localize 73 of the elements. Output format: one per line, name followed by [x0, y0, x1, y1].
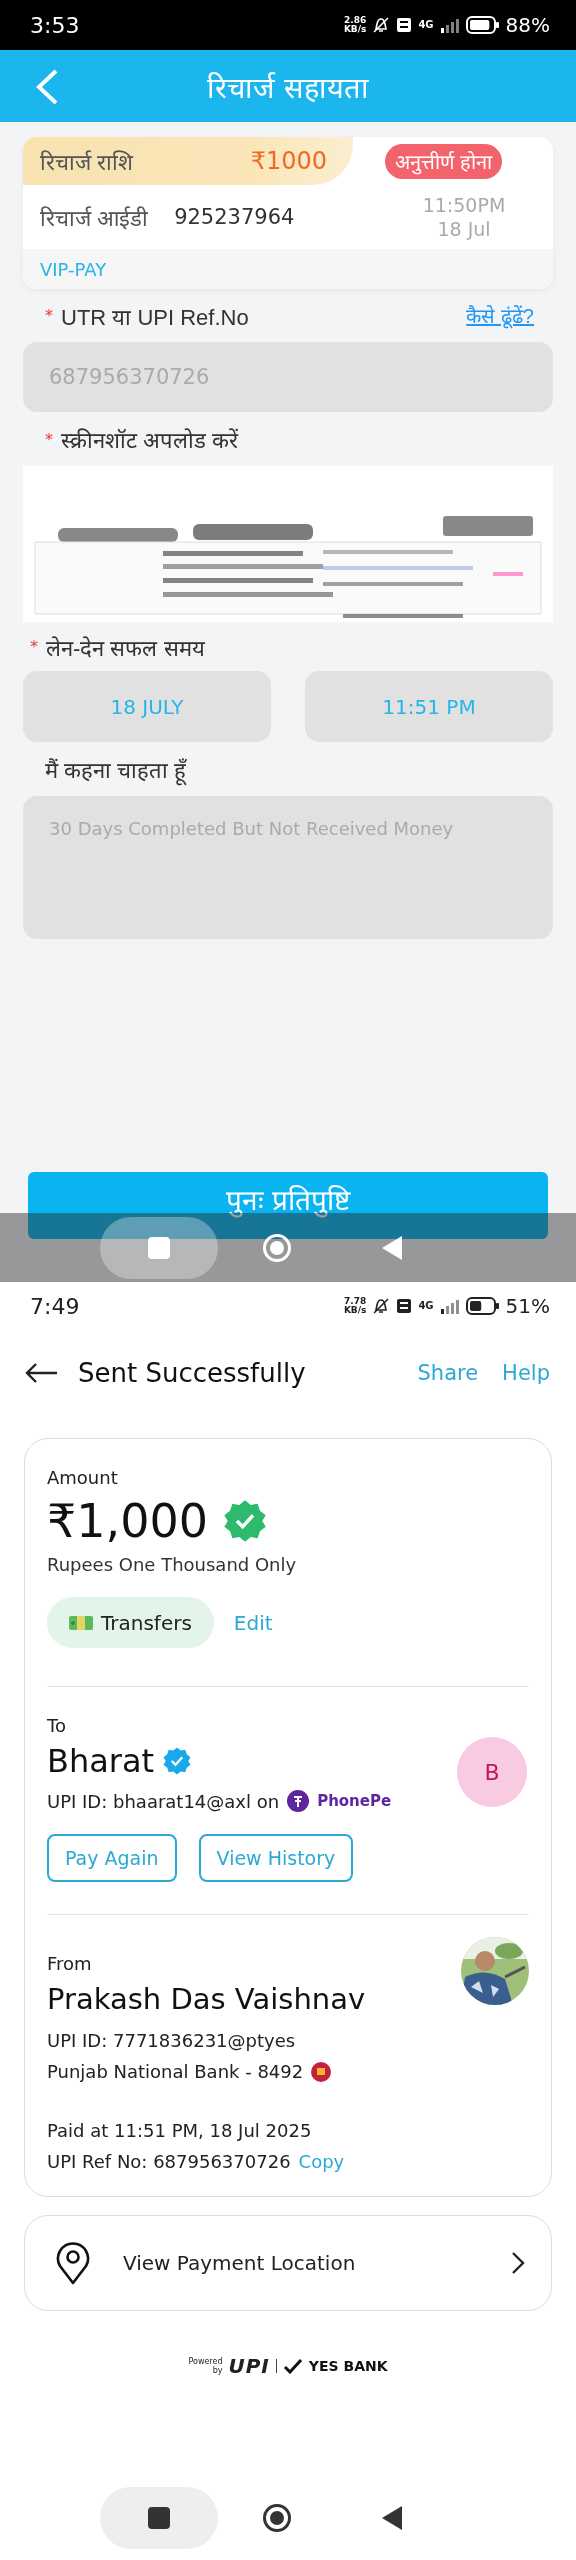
battery-percentage: 51%: [505, 1294, 550, 1318]
from-label: From: [47, 1953, 93, 1974]
app-logo-icon: [287, 1790, 310, 1812]
field-label: मैं कहना चाहता हूँ: [45, 754, 187, 784]
app-name: PhonePe: [317, 1792, 392, 1810]
recipient-upi-id: UPI ID: bhaarat14@axl on: [47, 1790, 280, 1812]
help-link[interactable]: कैसे ढूंढें?: [466, 302, 534, 329]
upi-ref-number: UPI Ref No: 687956370726: [47, 2151, 291, 2172]
payment-location-row[interactable]: View Payment Location: [24, 2215, 552, 2311]
field-label: स्क्रीनशॉट अपलोड करें: [61, 427, 239, 454]
upi-logo: UPI: [228, 2354, 270, 2378]
sender-upi-id: UPI ID: 7771836231@ptyes: [47, 2030, 296, 2051]
time-field[interactable]: 11:51 PM: [305, 671, 553, 742]
amount-label: रिचार्ज राशि: [40, 149, 134, 176]
recharge-time: 11:50PM: [422, 193, 506, 217]
powered-by-text: Powered by: [188, 2357, 223, 2375]
recipient-name: Bharat: [47, 1742, 155, 1780]
checkmark-icon: [282, 2358, 303, 2374]
amount-label: Amount: [47, 1467, 119, 1488]
location-pin-icon: [55, 2241, 91, 2285]
sender-name: Prakash Das Vaishnav: [47, 1982, 366, 2016]
bell-off-icon: [372, 1297, 391, 1315]
id-label: रिचार्ज आईडी: [40, 205, 149, 232]
action-button[interactable]: Pay Again: [47, 1834, 177, 1882]
status-badge: अनुत्तीर्ण होना: [385, 143, 502, 179]
battery-icon: [465, 1297, 500, 1315]
resubmit-button[interactable]: पुनः प्रतिपुष्टि: [28, 1172, 548, 1239]
field-label: UTR या UPI Ref.No: [61, 303, 249, 331]
edit-link[interactable]: Edit: [233, 1610, 273, 1635]
page-title: Sent Successfully: [78, 1357, 306, 1388]
bell-off-icon: [372, 16, 391, 34]
field-label: लेन-देन सफल समय: [46, 634, 205, 662]
recipient-avatar: B: [457, 1737, 527, 1807]
home-button[interactable]: [262, 2503, 292, 2533]
header-link[interactable]: Share: [417, 1360, 479, 1385]
battery-percentage: 88%: [505, 13, 550, 37]
chevron-right-icon: [511, 2251, 525, 2275]
required-mark: *: [45, 429, 53, 449]
paid-at: Paid at 11:51 PM, 18 Jul 2025: [47, 2120, 312, 2141]
network-type: 4G: [418, 1300, 434, 1311]
cash-icon: [69, 1614, 93, 1631]
amount-value: ₹1,000: [47, 1494, 208, 1548]
amount-in-words: Rupees One Thousand Only: [47, 1554, 298, 1575]
copy-link[interactable]: Copy: [298, 2151, 345, 2172]
volte-icon: [396, 1298, 413, 1314]
channel-label: VIP-PAY: [40, 258, 107, 280]
amount-value: ₹1000: [250, 147, 327, 175]
volte-icon: [396, 17, 413, 33]
category-chip[interactable]: Transfers: [47, 1597, 214, 1648]
back-button[interactable]: [380, 2505, 404, 2531]
back-arrow-icon[interactable]: [24, 1361, 58, 1384]
action-button[interactable]: View History: [198, 1834, 354, 1882]
bank-logo-icon: [311, 2061, 332, 2082]
required-mark: *: [45, 306, 53, 325]
required-mark: *: [30, 637, 38, 656]
signal-icon: [439, 1298, 460, 1314]
to-label: To: [47, 1715, 67, 1736]
date-field[interactable]: 18 JULY: [23, 671, 271, 742]
id-value: 925237964: [174, 205, 295, 229]
network-speed: 2.86 KB/s: [343, 16, 367, 34]
status-time: 3:53: [30, 12, 80, 38]
network-speed: 7.78 KB/s: [343, 1297, 367, 1315]
signal-icon: [439, 17, 460, 33]
recharge-date: 18 Jul: [437, 217, 491, 241]
page-title: रिचार्ज सहायता: [207, 70, 369, 106]
bank-logo: YES BANK: [308, 2358, 388, 2374]
network-type: 4G: [418, 19, 434, 30]
sender-bank: Punjab National Bank - 8492: [47, 2061, 304, 2082]
battery-icon: [465, 16, 500, 34]
square-icon: [146, 2505, 172, 2531]
header-link[interactable]: Help: [502, 1360, 550, 1385]
status-time: 7:49: [30, 1293, 80, 1319]
square-icon: [146, 1234, 172, 1261]
